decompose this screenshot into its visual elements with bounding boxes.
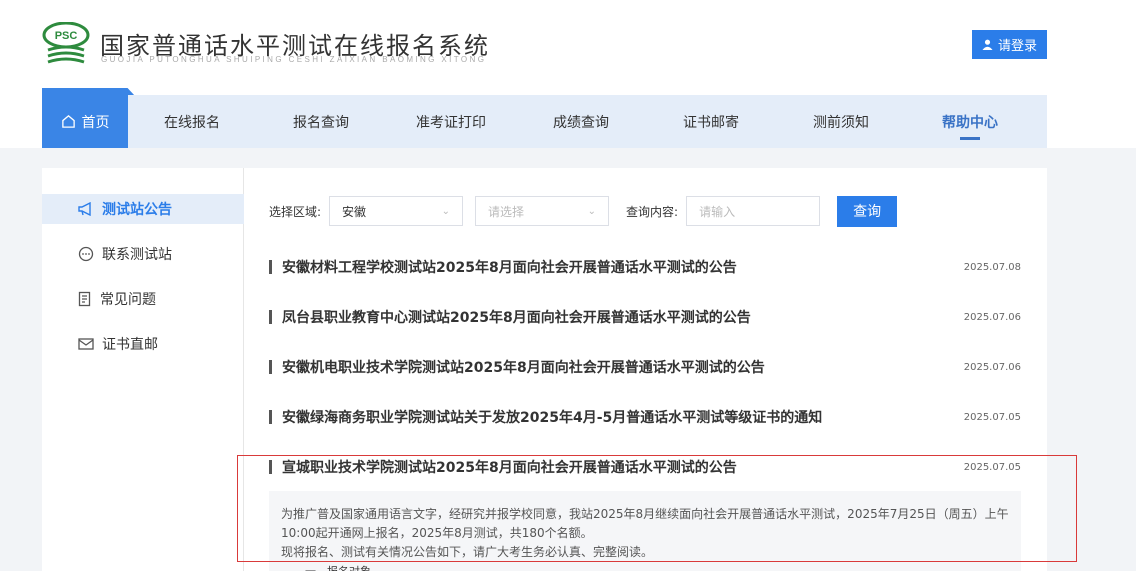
excerpt-line: 10:00起开通网上报名，2025年8月测试，共180个名额。 [281,526,593,540]
nav-certificate-mail[interactable]: 证书邮寄 [646,95,776,148]
query-input-placeholder: 请输入 [699,204,736,219]
nav-score-query[interactable]: 成绩查询 [516,95,646,148]
svg-text:PSC: PSC [55,30,78,42]
main-panel: 测试站公告 联系测试站 常见问题 证书直邮 选择区域: 安徽 ⌄ 请选择 ⌄ 查… [42,168,1047,571]
chat-icon [78,246,94,262]
notice-date: 2025.07.05 [963,411,1021,423]
sidebar-item-faq[interactable]: 常见问题 [42,284,244,314]
nav-admission-ticket[interactable]: 准考证打印 [386,95,516,148]
region-select-value: 安徽 [342,204,367,219]
chevron-down-icon: ⌄ [587,205,597,217]
login-label: 请登录 [997,39,1037,54]
notice-title: 安徽绿海商务职业学院测试站关于发放2025年4月-5月普通话水平测试等级证书的通… [282,410,823,426]
login-button[interactable]: 请登录 [972,30,1047,59]
notice-item[interactable]: 安徽材料工程学校测试站2025年8月面向社会开展普通话水平测试的公告 2025.… [269,255,1021,279]
notice-date: 2025.07.06 [963,311,1021,323]
query-button[interactable]: 查询 [837,195,898,227]
sidebar-item-label: 证书直邮 [102,337,158,353]
sidebar-item-label: 测试站公告 [102,202,172,218]
query-input[interactable]: 请输入 [686,196,821,226]
notice-title: 宣城职业技术学院测试站2025年8月面向社会开展普通话水平测试的公告 [282,460,737,476]
nav-home-label: 首页 [81,114,110,131]
region-select[interactable]: 安徽 ⌄ [329,196,464,226]
notice-marker [269,260,272,274]
notice-item[interactable]: 安徽绿海商务职业学院测试站关于发放2025年4月-5月普通话水平测试等级证书的通… [269,405,1021,429]
notice-date: 2025.07.08 [963,261,1021,273]
query-content-label: 查询内容: [626,204,679,219]
psc-logo: PSC [42,22,90,64]
excerpt-line: 为推广普及国家通用语言文字，经研究并报学校同意，我站2025年8月继续面向社会开… [281,507,1009,521]
nav-home[interactable]: 首页 [42,95,128,148]
notice-title: 凤台县职业教育中心测试站2025年8月面向社会开展普通话水平测试的公告 [282,310,751,326]
nav-registration-query[interactable]: 报名查询 [256,95,386,148]
sidebar-item-station-notices[interactable]: 测试站公告 [42,194,244,224]
megaphone-icon [78,202,91,216]
secondary-select[interactable]: 请选择 ⌄ [475,196,610,226]
sidebar: 测试站公告 联系测试站 常见问题 证书直邮 [42,168,244,571]
chevron-down-icon: ⌄ [441,205,451,217]
notice-marker [269,360,272,374]
sidebar-item-label: 联系测试站 [102,247,172,263]
notice-title: 安徽机电职业技术学院测试站2025年8月面向社会开展普通话水平测试的公告 [282,360,765,376]
notice-item[interactable]: 宣城职业技术学院测试站2025年8月面向社会开展普通话水平测试的公告 2025.… [269,455,1021,479]
notice-marker [269,310,272,324]
excerpt-line: 现将报名、测试有关情况公告如下，请广大考生务必认真、完整阅读。 [281,545,654,559]
nav-help-center[interactable]: 帮助中心 [906,95,1034,148]
notice-title: 安徽材料工程学校测试站2025年8月面向社会开展普通话水平测试的公告 [282,260,737,276]
filter-bar: 选择区域: 安徽 ⌄ 请选择 ⌄ 查询内容: 请输入 查询 [269,195,898,227]
excerpt-section-heading: 一、报名对象 [305,563,371,571]
sidebar-item-certificate-direct-mail[interactable]: 证书直邮 [42,329,244,359]
site-subtitle: GUOJIA PUTONGHUA SHUIPING CESHI ZAIXIAN … [101,55,487,64]
notice-date: 2025.07.06 [963,361,1021,373]
sidebar-item-label: 常见问题 [100,292,156,308]
main-nav: 首页 在线报名 报名查询 准考证打印 成绩查询 证书邮寄 测前须知 帮助中心 [42,95,1047,148]
document-icon [78,291,91,307]
notice-date: 2025.07.05 [963,461,1021,473]
home-icon [61,115,75,128]
notice-item[interactable]: 安徽机电职业技术学院测试站2025年8月面向社会开展普通话水平测试的公告 202… [269,355,1021,379]
region-label: 选择区域: [269,204,322,219]
sidebar-item-contact-station[interactable]: 联系测试站 [42,239,244,269]
secondary-select-placeholder: 请选择 [488,204,525,219]
mail-icon [78,338,94,350]
nav-pre-test-notes[interactable]: 测前须知 [776,95,906,148]
notice-item[interactable]: 凤台县职业教育中心测试站2025年8月面向社会开展普通话水平测试的公告 2025… [269,305,1021,329]
nav-online-registration[interactable]: 在线报名 [128,95,256,148]
notice-marker [269,460,272,474]
user-icon [982,39,993,50]
notice-excerpt: 为推广普及国家通用语言文字，经研究并报学校同意，我站2025年8月继续面向社会开… [269,491,1021,571]
notice-marker [269,410,272,424]
